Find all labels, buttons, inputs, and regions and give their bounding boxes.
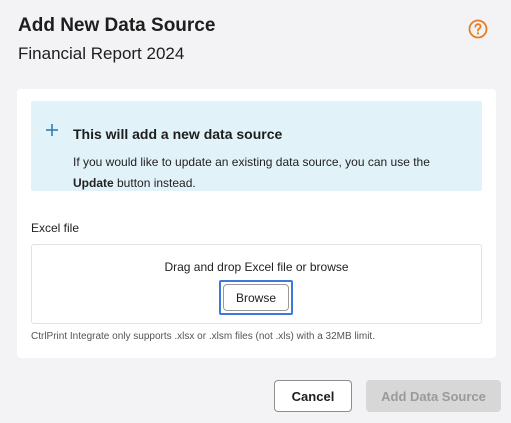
help-circle-icon[interactable] (468, 19, 488, 39)
info-title: This will add a new data source (73, 126, 283, 142)
info-text-update: Update (73, 176, 114, 190)
info-notice: This will add a new data source If you w… (31, 101, 482, 191)
browse-button[interactable]: Browse (223, 284, 289, 311)
add-data-source-dialog: Add New Data Source Financial Report 202… (0, 0, 511, 423)
cancel-button[interactable]: Cancel (274, 380, 352, 412)
add-data-source-button[interactable]: Add Data Source (366, 380, 501, 412)
plus-icon (45, 123, 59, 137)
file-type-hint: CtrlPrint Integrate only supports .xlsx … (31, 331, 375, 342)
excel-file-label: Excel file (31, 221, 80, 235)
form-panel: This will add a new data source If you w… (17, 89, 496, 358)
info-text-end: button instead. (113, 176, 196, 190)
info-text-start: If you would like to update an existing … (73, 155, 430, 169)
dropzone-text: Drag and drop Excel file or browse (164, 260, 349, 274)
dialog-subtitle: Financial Report 2024 (18, 44, 185, 63)
info-text: If you would like to update an existing … (73, 152, 473, 194)
excel-dropzone[interactable]: Drag and drop Excel file or browse Brows… (31, 244, 482, 324)
dialog-title: Add New Data Source (18, 15, 216, 36)
